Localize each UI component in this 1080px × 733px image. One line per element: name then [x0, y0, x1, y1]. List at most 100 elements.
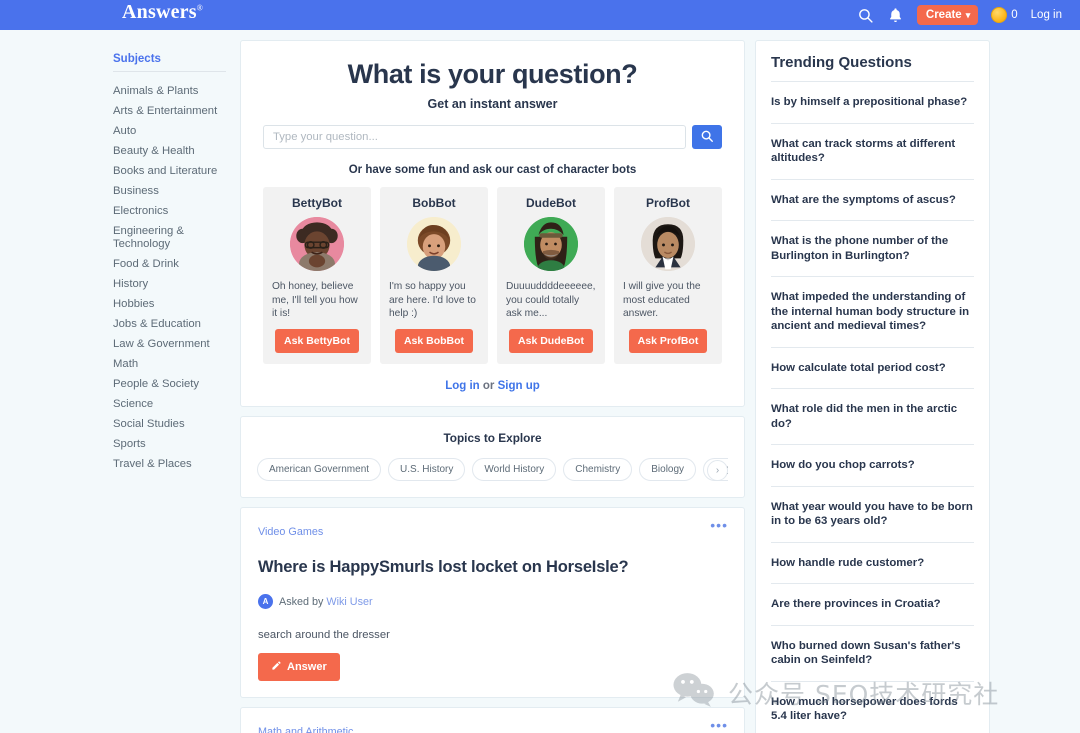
sidebar-item-law-government[interactable]: Law & Government — [113, 334, 231, 354]
question-menu-icon[interactable]: ••• — [710, 718, 728, 732]
sidebar-item-people-society[interactable]: People & Society — [113, 374, 231, 394]
site-logo[interactable]: Answers® — [122, 1, 203, 24]
create-button[interactable]: Create ▾ — [916, 5, 979, 25]
trending-item[interactable]: What role did the men in the arctic do? — [771, 389, 974, 445]
answer-button[interactable]: Answer — [258, 653, 340, 681]
chevron-right-icon[interactable]: › — [707, 460, 728, 481]
bot-name: BettyBot — [292, 196, 342, 210]
trending-item[interactable]: How handle rude customer? — [771, 543, 974, 584]
ask-profbot-button[interactable]: Ask ProfBot — [628, 329, 708, 353]
topics-pill-row: American Government U.S. History World H… — [257, 458, 728, 481]
trending-item[interactable]: How calculate total period cost? — [771, 348, 974, 389]
asked-by-user-link[interactable]: Wiki User — [326, 596, 372, 608]
search-icon[interactable] — [857, 7, 874, 24]
sidebar-item-history[interactable]: History — [113, 274, 231, 294]
header-login-link[interactable]: Log in — [1031, 9, 1062, 21]
ask-bobbot-button[interactable]: Ask BobBot — [394, 329, 474, 353]
character-bots-row: BettyBot Oh honey, believe me, I'll tell… — [263, 187, 722, 364]
sidebar-item-electronics[interactable]: Electronics — [113, 201, 231, 221]
trending-item[interactable]: How much horsepower does fords 5.4 liter… — [771, 682, 974, 733]
sidebar-item-business[interactable]: Business — [113, 181, 231, 201]
sidebar-item-social-studies[interactable]: Social Studies — [113, 414, 231, 434]
trending-title: Trending Questions — [771, 54, 974, 82]
sidebar-item-math[interactable]: Math — [113, 354, 231, 374]
question-category-link[interactable]: Math and Arithmetic — [258, 726, 353, 733]
sidebar-item-science[interactable]: Science — [113, 394, 231, 414]
bot-blurb: I'm so happy you are here. I'd love to h… — [389, 281, 476, 319]
trending-item[interactable]: What impeded the understanding of the in… — [771, 277, 974, 348]
page-subtitle: Get an instant answer — [427, 97, 558, 111]
answer-button-label: Answer — [287, 661, 327, 673]
bot-name: BobBot — [412, 196, 456, 210]
logo-text: Answers — [122, 1, 197, 23]
asked-by-text: Asked by Wiki User — [279, 596, 373, 608]
trending-item[interactable]: What can track storms at different altit… — [771, 124, 974, 180]
ask-bettybot-button[interactable]: Ask BettyBot — [275, 329, 359, 353]
question-menu-icon[interactable]: ••• — [710, 518, 728, 532]
bot-card-bobbot[interactable]: BobBot I'm so happy you are here. I'd lo… — [380, 187, 488, 364]
answers-homepage: Answers® Create ▾ 0 Log in Subjects Anim… — [0, 0, 1080, 733]
topic-pill-chemistry[interactable]: Chemistry — [563, 458, 633, 481]
bots-lead-text: Or have some fun and ask our cast of cha… — [348, 164, 637, 176]
page-body: Subjects Animals & Plants Arts & Enterta… — [0, 30, 1080, 733]
trending-item[interactable]: What year would you have to be born in t… — [771, 487, 974, 543]
bot-card-bettybot[interactable]: BettyBot Oh honey, believe me, I'll tell… — [263, 187, 371, 364]
avatar — [407, 217, 461, 271]
trending-item[interactable]: What are the symptoms of ascus? — [771, 180, 974, 221]
trending-item[interactable]: Who burned down Susan's father's cabin o… — [771, 626, 974, 682]
sidebar-item-arts-entertainment[interactable]: Arts & Entertainment — [113, 101, 231, 121]
pencil-icon — [271, 660, 282, 674]
auth-or-text: or — [482, 380, 495, 392]
question-answer-text: search around the dresser — [258, 629, 390, 641]
question-author-meta: A Asked by Wiki User — [258, 594, 727, 609]
avatar — [524, 217, 578, 271]
sidebar-item-beauty-health[interactable]: Beauty & Health — [113, 141, 231, 161]
subjects-sidebar: Subjects Animals & Plants Arts & Enterta… — [0, 30, 240, 733]
chevron-down-icon: ▾ — [965, 9, 971, 20]
bot-card-dudebot[interactable]: DudeBot Duuuuddddeeeeee, you could total… — [497, 187, 605, 364]
sidebar-item-jobs-education[interactable]: Jobs & Education — [113, 314, 231, 334]
sidebar-item-travel-places[interactable]: Travel & Places — [113, 454, 231, 474]
question-title[interactable]: Where is HappySmurls lost locket on Hors… — [258, 558, 727, 577]
coin-balance[interactable]: 0 — [991, 7, 1018, 23]
trending-item[interactable]: What is the phone number of the Burlingt… — [771, 221, 974, 277]
trending-column: Trending Questions Is by himself a prepo… — [745, 30, 990, 733]
bot-blurb: I will give you the most educated answer… — [623, 281, 701, 319]
sidebar-item-hobbies[interactable]: Hobbies — [113, 294, 231, 314]
question-category-link[interactable]: Video Games — [258, 526, 323, 538]
sidebar-title: Subjects — [113, 53, 226, 72]
topics-title: Topics to Explore — [443, 431, 542, 445]
trending-item[interactable]: Is by himself a prepositional phase? — [771, 82, 974, 124]
sidebar-item-sports[interactable]: Sports — [113, 434, 231, 454]
site-header: Answers® Create ▾ 0 Log in — [0, 0, 1080, 30]
topics-to-explore-card: Topics to Explore American Government U.… — [240, 416, 745, 498]
trending-item[interactable]: Are there provinces in Croatia? — [771, 584, 974, 626]
coin-icon — [991, 7, 1008, 23]
bot-card-profbot[interactable]: ProfBot I will give you the most educate… — [614, 187, 722, 364]
sidebar-item-animals-plants[interactable]: Animals & Plants — [113, 81, 231, 101]
notification-bell-icon[interactable] — [887, 7, 904, 24]
question-card: Video Games ••• Where is HappySmurls los… — [240, 507, 745, 698]
sidebar-list: Animals & Plants Arts & Entertainment Au… — [113, 81, 240, 474]
avatar — [641, 217, 695, 271]
auth-prompt: Log in or Sign up — [263, 380, 722, 392]
sidebar-item-auto[interactable]: Auto — [113, 121, 231, 141]
page-title: What is your question? — [347, 59, 638, 89]
topic-pill-us-history[interactable]: U.S. History — [388, 458, 466, 481]
signup-link[interactable]: Sign up — [498, 380, 540, 392]
sidebar-item-books-literature[interactable]: Books and Literature — [113, 161, 231, 181]
asked-by-label: Asked by — [279, 595, 324, 608]
trending-item[interactable]: How do you chop carrots? — [771, 445, 974, 487]
topic-pill-biology[interactable]: Biology — [639, 458, 697, 481]
avatar: A — [258, 594, 273, 609]
topic-pill-american-government[interactable]: American Government — [257, 458, 382, 481]
topic-pill-world-history[interactable]: World History — [472, 458, 557, 481]
sidebar-item-engineering-technology[interactable]: Engineering & Technology — [113, 221, 231, 254]
bot-name: ProfBot — [646, 196, 690, 210]
ask-dudebot-button[interactable]: Ask DudeBot — [509, 329, 593, 353]
sidebar-item-food-drink[interactable]: Food & Drink — [113, 254, 231, 274]
question-input[interactable] — [263, 125, 686, 149]
login-link[interactable]: Log in — [445, 380, 480, 392]
question-search-button[interactable] — [692, 125, 722, 149]
bot-blurb: Duuuuddddeeeeee, you could totally ask m… — [506, 281, 596, 319]
